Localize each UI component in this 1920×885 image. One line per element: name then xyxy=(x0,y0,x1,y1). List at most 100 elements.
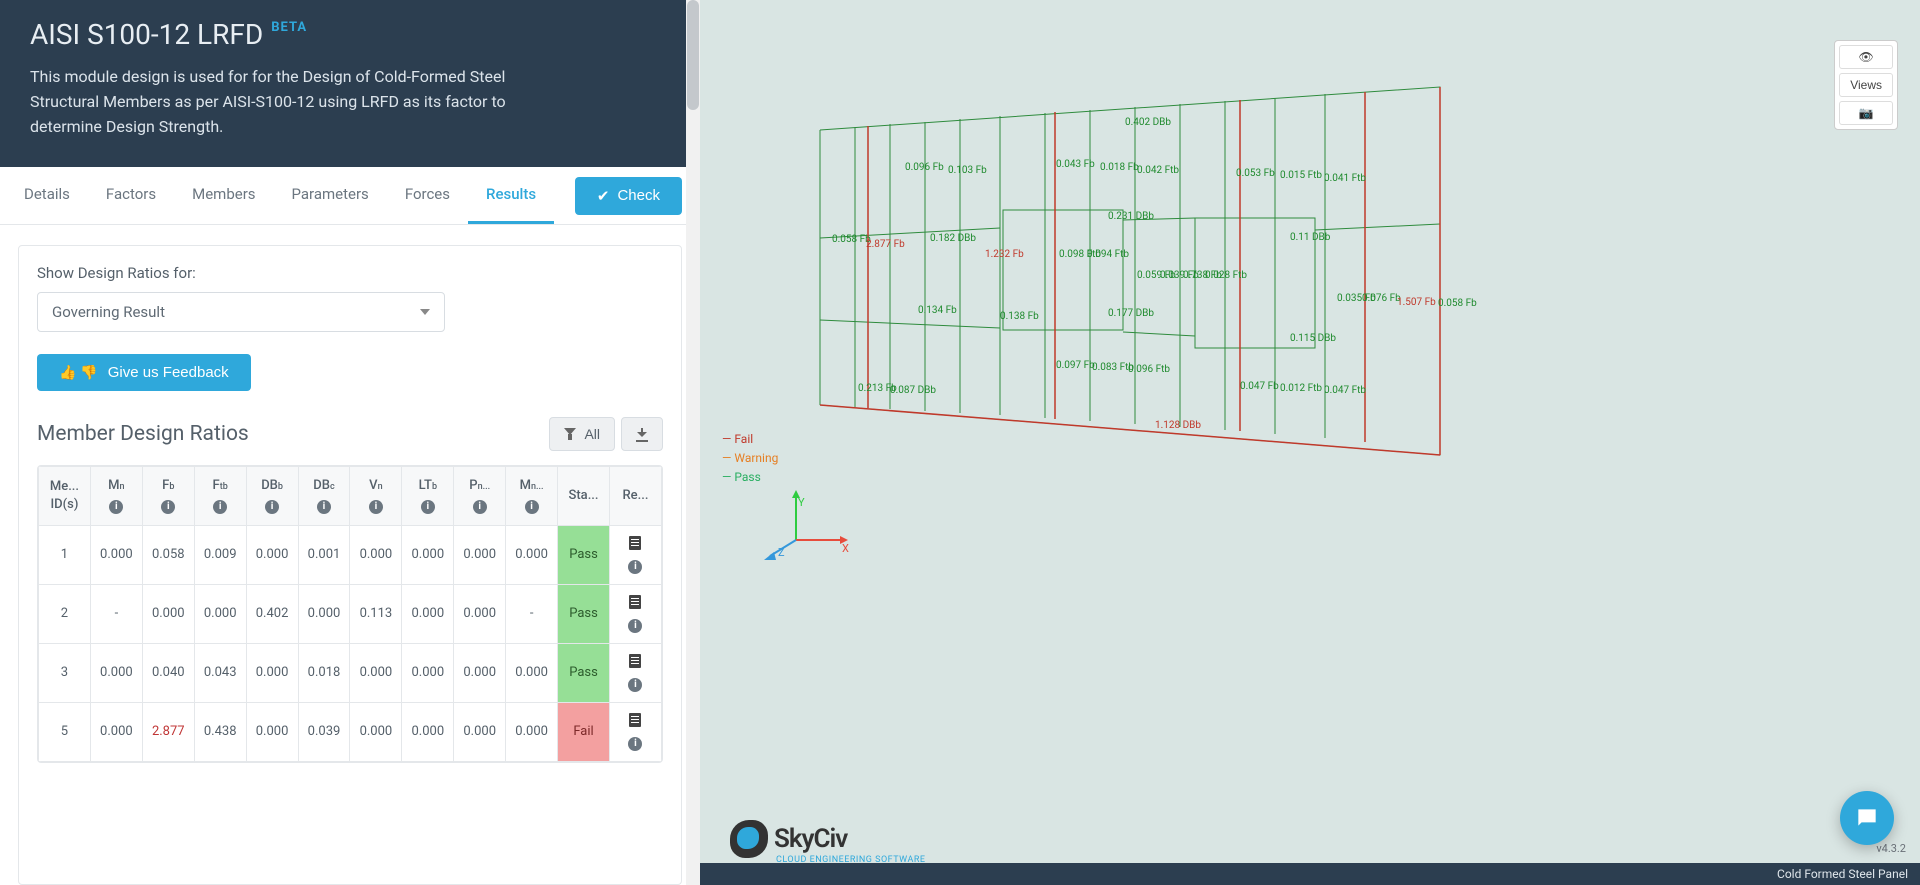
model-annotation: 2.877 Fb xyxy=(866,239,905,250)
section-title: Member Design Ratios xyxy=(37,422,249,446)
model-annotation: 0.047 Ftb xyxy=(1324,385,1366,396)
model-annotation: 0.087 DBb xyxy=(890,385,936,396)
model-annotation: 0.094 Ftb xyxy=(1087,249,1129,260)
model-annotation: 0.097 Fb xyxy=(1056,360,1095,371)
results-table: Me... ID(s)MniFbiFtbiDBbiDBciVniLTbiPn..… xyxy=(37,465,663,762)
download-icon xyxy=(636,428,648,440)
model-annotation: 0.182 DBb xyxy=(930,233,976,244)
tab-members[interactable]: Members xyxy=(174,167,273,224)
status-bar: Cold Formed Steel Panel xyxy=(700,863,1920,885)
model-annotation: 0.058 Fb xyxy=(1438,298,1477,309)
model-annotation: 0.042 Ftb xyxy=(1137,165,1179,176)
model-annotation: 1.128 DBb xyxy=(1155,420,1201,431)
beta-badge: BETA xyxy=(271,20,307,35)
check-icon: ✔ xyxy=(597,187,610,205)
viewer-panel[interactable]: 0.402 DBb0.096 Fb0.103 Fb0.043 Fb0.018 F… xyxy=(700,0,1920,885)
model-annotation: 0.018 Fb xyxy=(1100,162,1139,173)
filter-all-button[interactable]: All xyxy=(549,417,615,451)
model-annotation: 1.232 Fb xyxy=(985,249,1024,260)
col-header[interactable]: Mn...i xyxy=(506,467,558,525)
info-icon: i xyxy=(421,500,435,514)
model-canvas[interactable]: 0.402 DBb0.096 Fb0.103 Fb0.043 Fb0.018 F… xyxy=(700,0,1920,885)
status-cell: Pass xyxy=(558,584,610,643)
info-icon: i xyxy=(525,500,539,514)
info-icon: i xyxy=(628,560,642,574)
report-cell[interactable]: i xyxy=(609,525,661,584)
tabs-row: DetailsFactorsMembersParametersForcesRes… xyxy=(6,167,554,224)
info-icon: i xyxy=(628,678,642,692)
col-header[interactable]: LTbi xyxy=(402,467,454,525)
chat-icon xyxy=(1854,805,1880,831)
report-icon xyxy=(629,713,641,727)
report-icon xyxy=(629,595,641,609)
design-ratio-select[interactable]: Governing Result xyxy=(37,292,445,332)
model-annotation: 0.047 Fb xyxy=(1240,381,1279,392)
info-icon: i xyxy=(265,500,279,514)
model-annotation: 0.11 DBb xyxy=(1290,232,1331,243)
tab-parameters[interactable]: Parameters xyxy=(274,167,387,224)
info-icon: i xyxy=(628,737,642,751)
model-annotation: 0.103 Fb xyxy=(948,165,987,176)
col-header[interactable]: Sta... xyxy=(558,467,610,525)
chat-button[interactable] xyxy=(1840,791,1894,845)
report-cell[interactable]: i xyxy=(609,643,661,702)
col-header[interactable]: Mni xyxy=(90,467,142,525)
col-header[interactable]: DBbi xyxy=(246,467,298,525)
col-header[interactable]: Ftbi xyxy=(194,467,246,525)
tab-results[interactable]: Results xyxy=(468,167,554,224)
model-annotation: 0.096 Ftb xyxy=(1128,364,1170,375)
brand-name: SkyCiv xyxy=(774,824,847,854)
axes-indicator: Y X Z xyxy=(778,496,868,586)
legend: — Fail — Warning — Pass xyxy=(722,430,778,488)
left-panel: AISI S100-12 LRFD BETA This module desig… xyxy=(0,0,700,885)
funnel-icon xyxy=(564,428,576,440)
tab-factors[interactable]: Factors xyxy=(88,167,174,224)
thumbs-icon: 👍 👎 xyxy=(59,364,98,381)
info-icon: i xyxy=(109,500,123,514)
model-annotation: 0.028 Ftb xyxy=(1205,270,1247,281)
module-title: AISI S100-12 LRFD xyxy=(30,18,263,51)
col-header[interactable]: Re... xyxy=(609,467,661,525)
report-cell[interactable]: i xyxy=(609,584,661,643)
visibility-toggle-button[interactable]: 👁 xyxy=(1839,45,1893,69)
info-icon: i xyxy=(317,500,331,514)
table-row[interactable]: 2-0.0000.0000.4020.0000.1130.0000.000-Pa… xyxy=(39,584,662,643)
views-button[interactable]: Views xyxy=(1839,73,1893,97)
tab-forces[interactable]: Forces xyxy=(387,167,468,224)
info-icon: i xyxy=(473,500,487,514)
model-annotation: 0.043 Fb xyxy=(1056,159,1095,170)
module-description: This module design is used for for the D… xyxy=(30,65,510,139)
viewer-controls: 👁 Views 📷 xyxy=(1834,40,1898,130)
show-ratios-label: Show Design Ratios for: xyxy=(37,264,663,282)
col-header[interactable]: Vni xyxy=(350,467,402,525)
model-annotation: 0.115 DBb xyxy=(1290,333,1336,344)
table-row[interactable]: 10.0000.0580.0090.0000.0010.0000.0000.00… xyxy=(39,525,662,584)
table-row[interactable]: 50.0002.8770.4380.0000.0390.0000.0000.00… xyxy=(39,702,662,761)
col-header[interactable]: Pn...i xyxy=(454,467,506,525)
left-scrollbar[interactable] xyxy=(686,0,700,885)
model-annotation: 0.134 Fb xyxy=(918,305,957,316)
model-annotation: 0.138 Fb xyxy=(1000,311,1039,322)
chevron-down-icon xyxy=(420,309,430,315)
check-button[interactable]: ✔ Check xyxy=(575,177,682,215)
screenshot-button[interactable]: 📷 xyxy=(1839,101,1893,125)
camera-icon: 📷 xyxy=(1859,106,1874,120)
download-button[interactable] xyxy=(621,417,663,451)
col-header[interactable]: Fbi xyxy=(142,467,194,525)
eye-icon: 👁 xyxy=(1858,50,1873,64)
feedback-button[interactable]: 👍 👎 Give us Feedback xyxy=(37,354,251,391)
brand-logo-block: SkyCiv CLOUD ENGINEERING SOFTWARE xyxy=(730,820,926,865)
module-header: AISI S100-12 LRFD BETA This module desig… xyxy=(0,0,700,167)
model-annotation: 0.041 Ftb xyxy=(1324,173,1366,184)
table-row[interactable]: 30.0000.0400.0430.0000.0180.0000.0000.00… xyxy=(39,643,662,702)
report-icon xyxy=(629,536,641,550)
col-header[interactable]: Me... ID(s) xyxy=(39,467,91,525)
info-icon: i xyxy=(161,500,175,514)
model-annotation: 0.076 Fb xyxy=(1362,293,1401,304)
col-header[interactable]: DBci xyxy=(298,467,350,525)
model-annotation: 0.012 Ftb xyxy=(1280,383,1322,394)
model-annotation: 0.402 DBb xyxy=(1125,117,1171,128)
tab-details[interactable]: Details xyxy=(6,167,88,224)
report-cell[interactable]: i xyxy=(609,702,661,761)
model-annotation: 0.231 DBb xyxy=(1108,211,1154,222)
